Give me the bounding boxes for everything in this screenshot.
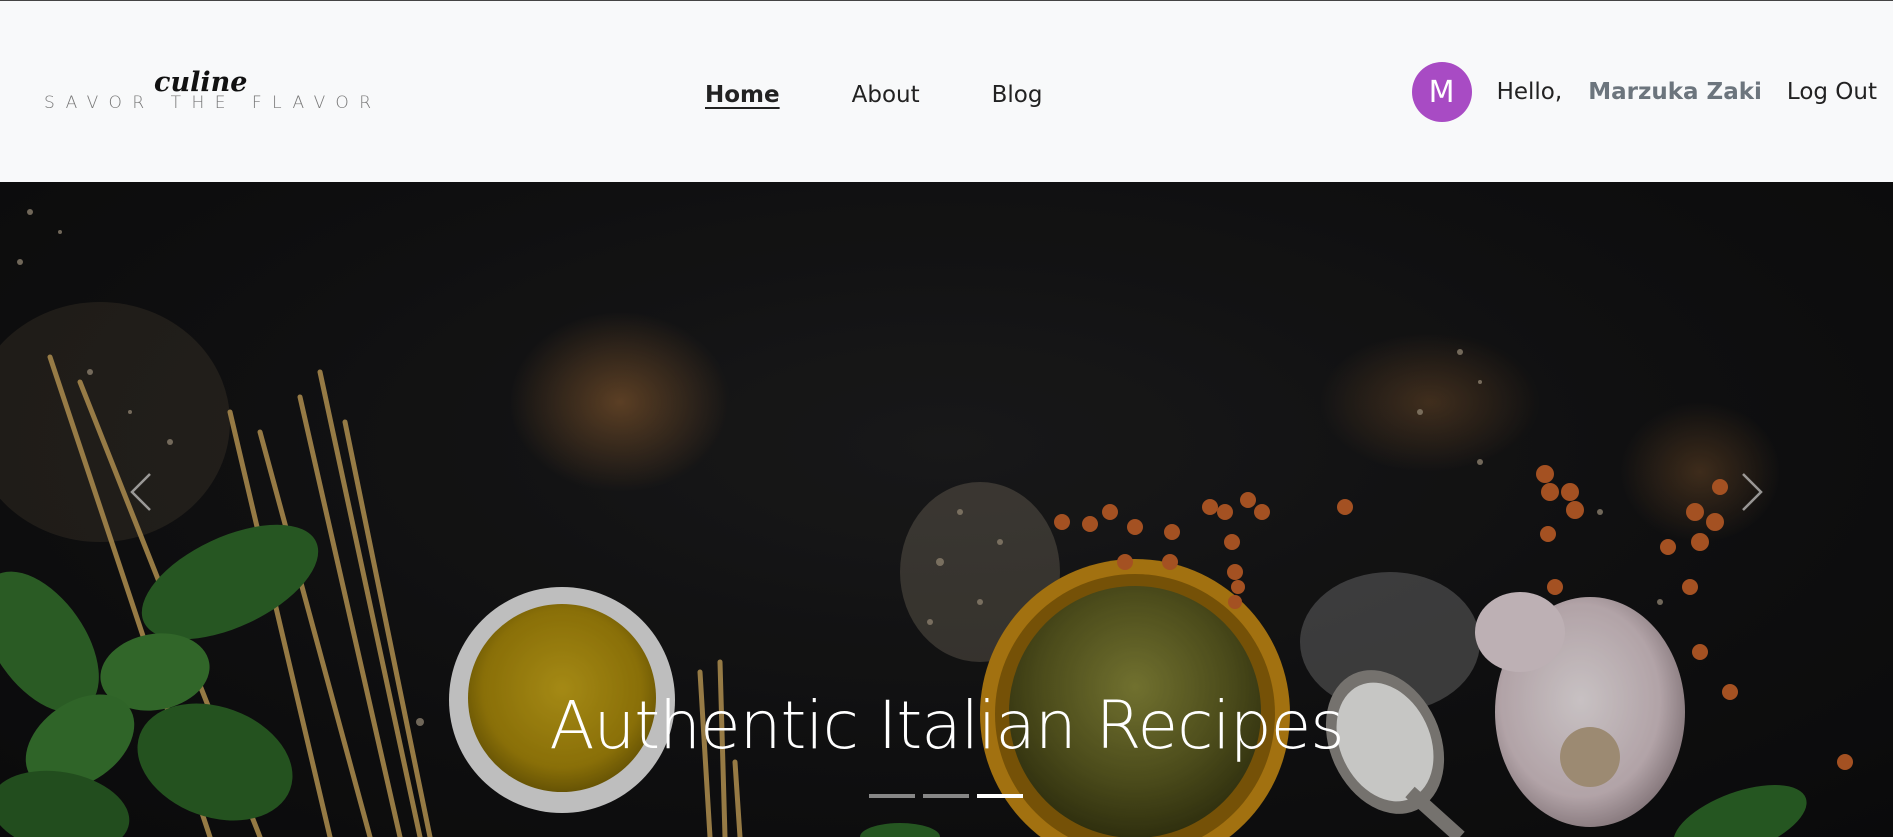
username-link[interactable]: Marzuka Zaki [1588,79,1762,105]
brand-logo[interactable]: culine SAVOR THE FLAVOR [44,63,371,119]
carousel-indicator-1[interactable] [869,794,915,798]
carousel-indicator-2[interactable] [923,794,969,798]
greeting-text: Hello, [1496,79,1563,105]
brand-tagline: SAVOR THE FLAVOR [44,93,382,113]
carousel-prev-button[interactable] [124,472,164,512]
nav-home-link[interactable]: Home [705,82,780,108]
logout-link[interactable]: Log Out [1787,79,1877,105]
nav-about-link[interactable]: About [852,82,920,108]
carousel-indicators [869,794,1031,798]
nav-blog-link[interactable]: Blog [992,82,1043,108]
main-nav: Home About Blog [705,77,1114,113]
hero-carousel: Authentic Italian Recipes [0,182,1893,837]
chevron-left-icon [130,473,151,511]
carousel-caption: Authentic Italian Recipes [549,687,1344,764]
chevron-right-icon [1742,473,1763,511]
navbar: culine SAVOR THE FLAVOR Home About Blog … [0,1,1893,182]
carousel-next-button[interactable] [1731,472,1771,512]
user-avatar[interactable]: M [1411,62,1472,122]
user-area: M Hello, Marzuka Zaki Log Out [1411,62,1877,122]
carousel-indicator-3[interactable] [977,794,1023,798]
